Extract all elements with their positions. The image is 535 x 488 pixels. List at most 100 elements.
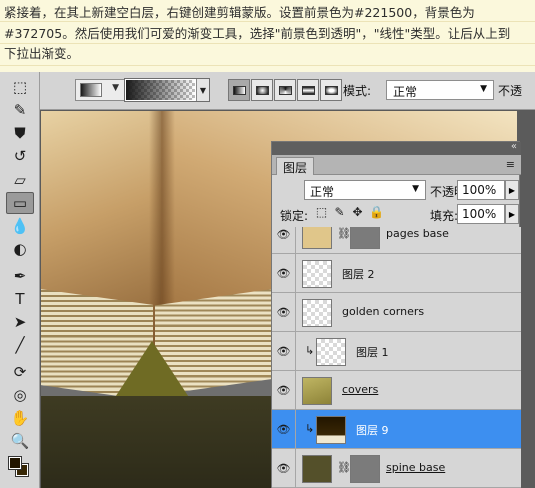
layer-name[interactable]: covers: [342, 383, 378, 396]
reflected-gradient-icon: [301, 85, 315, 95]
link-chain-icon[interactable]: ⛓: [337, 461, 351, 474]
layer-row[interactable]: 👁 ↳ 图层 1: [272, 332, 521, 371]
eye-icon[interactable]: 👁: [272, 449, 296, 487]
path-selection-tool[interactable]: ➤: [6, 311, 34, 333]
fill-label: 填充:: [430, 209, 459, 223]
lock-all-icon[interactable]: 🔒: [369, 206, 384, 219]
layer-mask-thumbnail[interactable]: [350, 227, 380, 249]
fill-field[interactable]: 100%: [457, 204, 505, 224]
gradient-preview: [126, 80, 195, 100]
hand-tool[interactable]: ✋: [6, 407, 34, 429]
layer-name[interactable]: golden corners: [342, 305, 424, 318]
mode-value: 正常: [393, 85, 418, 99]
layer-thumbnail[interactable]: [302, 299, 332, 327]
3d-rotate-tool[interactable]: ⟳: [6, 361, 34, 383]
layer-row[interactable]: 👁 ⛓ spine base: [272, 449, 521, 488]
linear-gradient-icon: [232, 85, 246, 95]
link-chain-icon[interactable]: ⛓: [337, 227, 351, 240]
collapse-icon[interactable]: «: [511, 141, 517, 152]
layer-thumbnail[interactable]: [316, 338, 346, 366]
layers-list: 👁 ⛓ pages base 👁 图层 2 👁 golden corners 👁 ↳ 图层 1 👁 c…: [272, 227, 521, 488]
eye-icon[interactable]: 👁: [272, 371, 296, 409]
eye-icon[interactable]: 👁: [272, 410, 296, 448]
foreground-color-swatch[interactable]: [8, 456, 22, 470]
layers-panel: « 图层 ≡ 正常 ▼ 不透明度: 100% ▶ 锁定: ⬚ ✎ ✥ 🔒 填充:…: [271, 141, 521, 488]
gradient-tool[interactable]: ▭: [6, 192, 34, 214]
opacity-slider-button[interactable]: ▶: [505, 180, 519, 200]
layer-thumbnail[interactable]: [302, 377, 332, 405]
panel-tab-row: 图层 ≡: [272, 155, 521, 175]
eye-icon[interactable]: 👁: [272, 332, 296, 370]
zoom-tool[interactable]: 🔍: [6, 430, 34, 452]
book-cover: [41, 396, 281, 488]
options-bar: ▼ ▼ 模式: 正常 ▼ 不透: [40, 72, 535, 110]
clipping-arrow-icon: ↳: [305, 344, 315, 357]
panel-menu-icon[interactable]: ≡: [506, 158, 515, 171]
chevron-down-icon: ▼: [112, 83, 119, 93]
instruction-line-1: 紧接着，在其上新建空白层，右键创建剪辑蒙版。设置前景色为#221500，背景色为: [4, 5, 475, 20]
instruction-line-2: #372705。然后使用我们可爱的渐变工具，选择"前景色到透明"，"线性"类型。…: [4, 25, 511, 41]
radial-gradient-button[interactable]: [251, 79, 273, 101]
chevron-down-icon: ▼: [480, 84, 487, 94]
instruction-line-3: 下拉出渐变。: [4, 46, 80, 61]
mode-select[interactable]: 正常 ▼: [386, 80, 494, 100]
layer-name[interactable]: 图层 1: [356, 344, 389, 360]
brush-tool[interactable]: ✎: [6, 99, 34, 121]
radial-gradient-icon: [255, 85, 269, 95]
clone-stamp-tool[interactable]: ⛊: [6, 122, 34, 144]
history-brush-tool[interactable]: ↺: [6, 145, 34, 167]
eye-icon[interactable]: 👁: [272, 254, 296, 292]
options-opacity-label: 不透: [498, 84, 523, 98]
diamond-gradient-icon: [324, 85, 338, 95]
gradient-picker-dropdown[interactable]: ▼: [196, 79, 209, 101]
panel-title-bar[interactable]: «: [272, 141, 521, 155]
clipping-arrow-icon: ↳: [305, 422, 315, 435]
gradient-type-group: [228, 79, 342, 101]
3d-orbit-tool[interactable]: ◎: [6, 384, 34, 406]
pen-tool[interactable]: ✒: [6, 265, 34, 287]
angle-gradient-button[interactable]: [274, 79, 296, 101]
blend-mode-select[interactable]: 正常 ▼: [304, 180, 426, 200]
layer-mask-thumbnail[interactable]: [350, 455, 380, 483]
tools-panel: ⬚ ✎ ⛊ ↺ ▱ ▭ 💧 ◐ ✒ T ➤ ╱ ⟳ ◎ ✋ 🔍: [0, 72, 40, 488]
layer-row[interactable]: 👁 covers: [272, 371, 521, 410]
lock-position-icon[interactable]: ✥: [351, 206, 364, 219]
gradient-preset-icon: [80, 83, 102, 97]
layer-row[interactable]: 👁 ↳ 图层 9: [272, 410, 521, 449]
tab-layers[interactable]: 图层: [276, 157, 315, 175]
tool-preset-picker[interactable]: ▼: [75, 79, 125, 101]
chevron-down-icon: ▼: [412, 184, 419, 194]
layer-row[interactable]: 👁 golden corners: [272, 293, 521, 332]
fill-slider-button[interactable]: ▶: [505, 204, 519, 224]
line-tool[interactable]: ╱: [6, 334, 34, 356]
opacity-field[interactable]: 100%: [457, 180, 505, 200]
blur-tool[interactable]: 💧: [6, 215, 34, 237]
linear-gradient-button[interactable]: [228, 79, 250, 101]
lock-label: 锁定:: [280, 209, 309, 223]
eye-icon[interactable]: 👁: [272, 227, 296, 253]
mode-label: 模式:: [343, 84, 372, 98]
layer-thumbnail[interactable]: [316, 416, 346, 444]
layer-name[interactable]: 图层 9: [356, 422, 389, 438]
dodge-tool[interactable]: ◐: [6, 238, 34, 260]
lock-pixels-icon[interactable]: ✎: [333, 206, 346, 219]
layer-row[interactable]: 👁 ⛓ pages base: [272, 227, 521, 254]
layer-name[interactable]: 图层 2: [342, 266, 375, 282]
lock-transparency-icon[interactable]: ⬚: [315, 206, 328, 219]
diamond-gradient-button[interactable]: [320, 79, 342, 101]
marquee-tool[interactable]: ⬚: [6, 76, 34, 98]
layer-thumbnail[interactable]: [302, 227, 332, 249]
layer-name[interactable]: spine base: [386, 461, 445, 474]
layer-thumbnail[interactable]: [302, 260, 332, 288]
eraser-tool[interactable]: ▱: [6, 169, 34, 191]
layer-row[interactable]: 👁 图层 2: [272, 254, 521, 293]
photoshop-screenshot: ⬚ ✎ ⛊ ↺ ▱ ▭ 💧 ◐ ✒ T ➤ ╱ ⟳ ◎ ✋ 🔍 ▼ ▼ 模式: 正常 ▼ 不透 « 图层 ≡: [0, 72, 535, 488]
type-tool[interactable]: T: [6, 288, 34, 310]
layer-thumbnail[interactable]: [302, 455, 332, 483]
layer-name[interactable]: pages base: [386, 227, 449, 240]
blend-mode-value: 正常: [310, 185, 335, 199]
gradient-editor-bar[interactable]: ▼: [124, 78, 210, 102]
eye-icon[interactable]: 👁: [272, 293, 296, 331]
reflected-gradient-button[interactable]: [297, 79, 319, 101]
angle-gradient-icon: [278, 85, 292, 95]
